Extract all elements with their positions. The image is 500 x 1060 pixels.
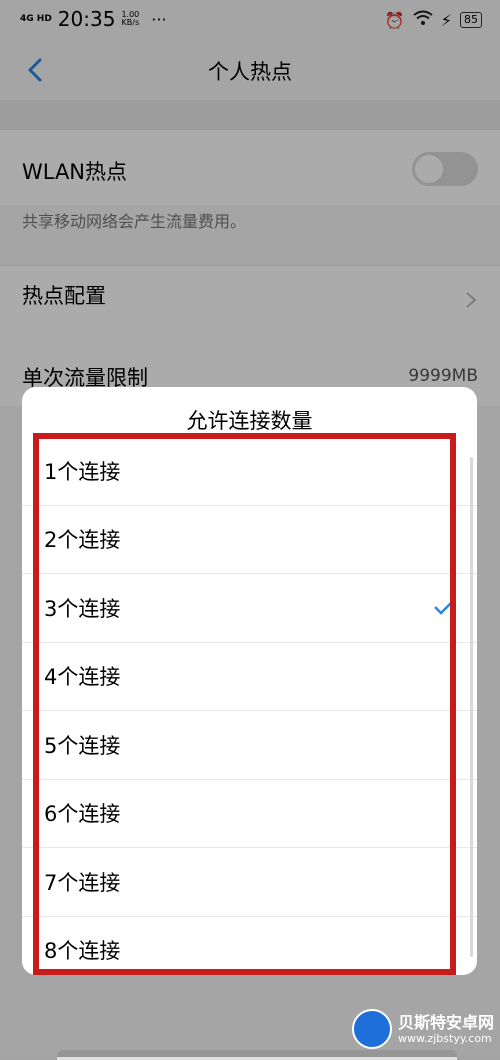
dialog-title: 允许连接数量: [186, 409, 313, 433]
connection-option-label: 4个连接: [44, 665, 121, 690]
connection-option-label: 1个连接: [44, 459, 121, 484]
connection-option[interactable]: 4个连接: [22, 643, 477, 711]
watermark-logo-icon: [351, 1009, 392, 1049]
connection-count-dialog: 允许连接数量 1个连接 2个连接 3个连接 4个连接 5个连接 6个连接 7个连接 8个连接: [22, 387, 477, 975]
connection-option-label: 5个连接: [44, 733, 121, 758]
watermark-name: 贝斯特安卓网: [397, 1012, 494, 1032]
connection-option[interactable]: 7个连接: [22, 848, 477, 917]
connection-option-label: 2个连接: [44, 528, 121, 553]
connection-option-label: 3个连接: [44, 596, 121, 621]
connection-option[interactable]: 8个连接: [22, 917, 477, 976]
connection-option[interactable]: 6个连接: [22, 780, 477, 848]
scrollbar[interactable]: [470, 457, 473, 957]
connection-option[interactable]: 3个连接: [22, 574, 477, 643]
connection-option[interactable]: 5个连接: [22, 711, 477, 780]
watermark: 贝斯特安卓网 www.zjbstyy.com: [351, 1009, 494, 1049]
connection-option-label: 8个连接: [44, 939, 121, 964]
watermark-url: www.zjbstyy.com: [397, 1031, 492, 1045]
connection-option[interactable]: 1个连接: [22, 437, 477, 506]
checkmark-icon: [434, 600, 454, 615]
connection-option-label: 6个连接: [44, 802, 121, 827]
connection-options-list: 1个连接 2个连接 3个连接 4个连接 5个连接 6个连接 7个连接 8个连接: [22, 437, 477, 975]
connection-option-label: 7个连接: [44, 870, 121, 895]
connection-option[interactable]: 2个连接: [22, 506, 477, 574]
